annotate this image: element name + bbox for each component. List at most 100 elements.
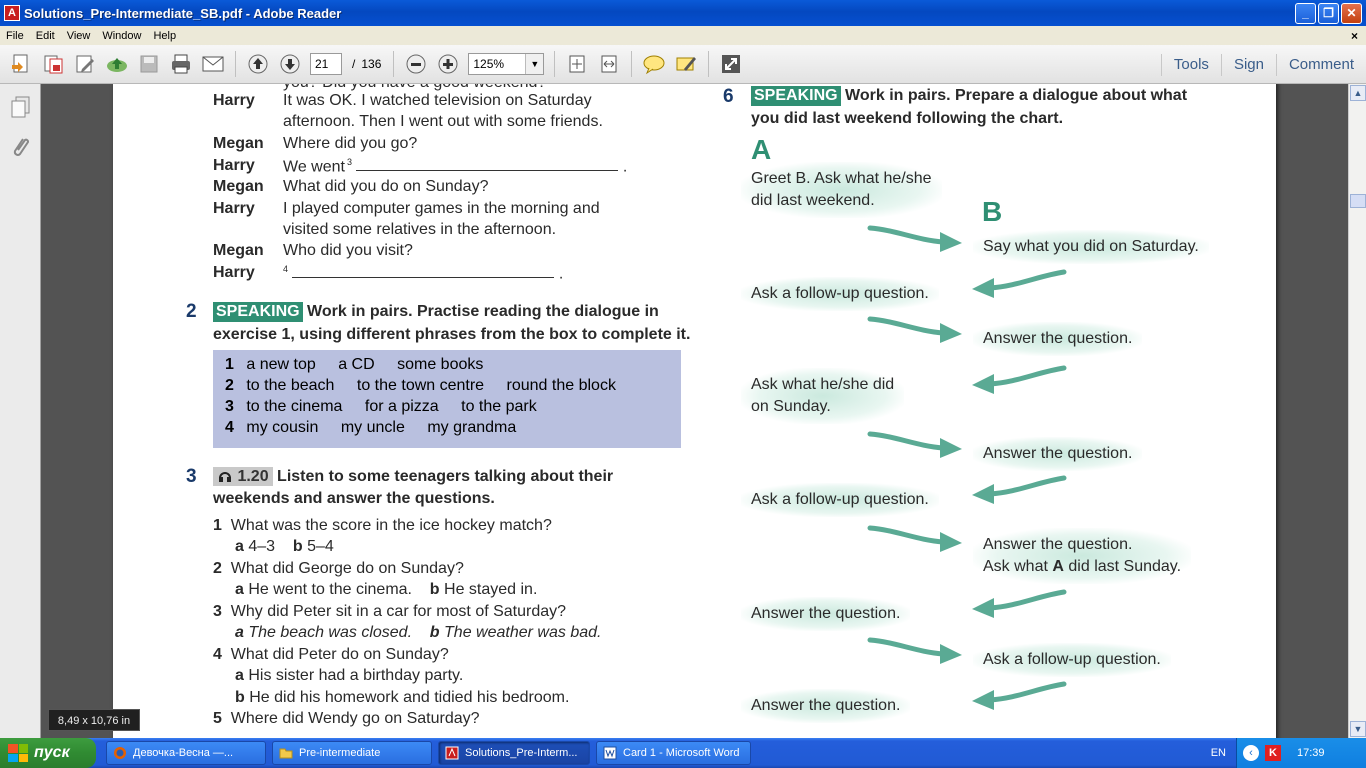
language-indicator[interactable]: EN (1211, 747, 1226, 759)
answer-options: a 4–3 b 5–4 (235, 538, 334, 555)
exercise-instruction: Listen to some teenagers talking about t… (277, 468, 614, 485)
close-document-icon[interactable]: × (1351, 29, 1358, 43)
fit-page-icon[interactable] (564, 51, 590, 77)
a-step-text: Ask what he/she did (751, 376, 895, 393)
print-icon[interactable] (168, 51, 194, 77)
sticky-note-icon[interactable] (641, 51, 667, 77)
b-step-bubble: Answer the question. Ask what A did last… (973, 528, 1192, 584)
menu-view[interactable]: View (61, 30, 97, 42)
close-button[interactable]: ✕ (1341, 3, 1362, 24)
scrollbar-thumb[interactable] (1350, 194, 1366, 208)
taskbar-item-firefox[interactable]: Девочка-Весна —... (106, 741, 266, 765)
scroll-up-icon[interactable]: ▲ (1350, 85, 1366, 101)
menu-window[interactable]: Window (96, 30, 147, 42)
answer-options: a He went to the cinema. b He stayed in. (235, 581, 538, 598)
option-b: The weather was bad. (444, 624, 602, 641)
question-number: 2 (213, 560, 222, 577)
speaker-megan: Megan (213, 178, 264, 195)
speaker-harry: Harry (213, 200, 255, 217)
system-tray: ‹ K 17:39 (1236, 738, 1366, 768)
chevron-down-icon[interactable]: ▼ (525, 54, 544, 74)
a-step-text: on Sunday. (751, 398, 831, 415)
start-label: пуск (34, 744, 70, 761)
menu-file[interactable]: File (0, 30, 30, 42)
arrow-left-icon (972, 365, 1067, 394)
page-separator: / (352, 57, 356, 71)
attachments-paperclip-icon[interactable] (7, 134, 33, 160)
exercise-number: 3 (186, 466, 197, 487)
minimize-button[interactable]: _ (1295, 3, 1316, 24)
comment-link[interactable]: Comment (1275, 53, 1366, 76)
phrase: some books (397, 356, 484, 373)
dialogue-line: Who did you visit? (283, 242, 413, 259)
firefox-icon (114, 747, 126, 759)
phrase-row: 1 a new top a CD some books (225, 356, 501, 374)
edit-pdf-icon[interactable] (72, 51, 98, 77)
phrase-row: 2 to the beach to the town centre round … (225, 377, 634, 395)
taskbar-item-word[interactable]: Card 1 - Microsoft Word (596, 741, 751, 765)
document-viewport[interactable]: you? Did you have a good weekend? Harry … (41, 84, 1348, 738)
taskbar-item-folder[interactable]: Pre-intermediate (272, 741, 432, 765)
taskbar-item-adobe-reader[interactable]: Solutions_Pre-Interm... (438, 741, 590, 765)
phrase: a new top (246, 356, 316, 373)
dialogue-line: Where did you go? (283, 135, 418, 152)
zoom-select[interactable]: 125% ▼ (468, 53, 545, 75)
full-screen-icon[interactable] (718, 51, 744, 77)
phrase: round the block (506, 377, 616, 394)
tools-link[interactable]: Tools (1160, 53, 1221, 76)
speaker-harry: Harry (213, 157, 255, 174)
scroll-down-icon[interactable]: ▼ (1350, 721, 1366, 737)
phrase: to the town centre (356, 377, 485, 394)
question-text: What was the score in the ice hockey mat… (230, 517, 552, 534)
save-icon[interactable] (136, 51, 162, 77)
speaking-tag: SPEAKING (213, 302, 303, 322)
zoom-in-icon[interactable] (435, 51, 461, 77)
speaker-megan: Megan (213, 135, 264, 152)
toolbar-separator (393, 51, 395, 77)
email-icon[interactable] (200, 51, 226, 77)
dialogue-line: We went 3 . (283, 157, 628, 176)
highlight-icon[interactable] (673, 51, 699, 77)
start-button[interactable]: пуск (0, 738, 96, 768)
upload-cloud-icon[interactable] (104, 51, 130, 77)
ask-suffix: did last Sunday. (1068, 558, 1182, 575)
b-step-text: Say what you did on Saturday. (983, 238, 1199, 255)
combine-pdf-icon[interactable] (40, 51, 66, 77)
answer-blank (292, 266, 555, 279)
page-thumbnails-icon[interactable] (7, 94, 33, 120)
exercise-instruction: you did last weekend following the chart… (751, 110, 1064, 127)
b-step-text: Ask what A did last Sunday. (983, 556, 1181, 578)
antivirus-icon[interactable]: K (1265, 745, 1281, 761)
tray-expand-icon[interactable]: ‹ (1243, 745, 1259, 761)
vertical-scrollbar[interactable]: ▲ ▼ (1348, 84, 1366, 738)
fit-width-icon[interactable] (596, 51, 622, 77)
exercise-2-heading: SPEAKING Work in pairs. Practise reading… (213, 302, 659, 322)
phrase: to the beach (246, 377, 335, 394)
sign-link[interactable]: Sign (1220, 53, 1276, 76)
previous-page-icon[interactable] (245, 51, 271, 77)
taskbar-item-label: Pre-intermediate (299, 747, 381, 759)
restore-button[interactable]: ❐ (1318, 3, 1339, 24)
b-step-text: Answer the question. (983, 445, 1133, 462)
b-step-bubble: Answer the question. (973, 437, 1143, 471)
a-step-bubble: Answer the question. (741, 597, 911, 631)
a-step-text: Answer the question. (751, 605, 901, 622)
menu-help[interactable]: Help (147, 30, 182, 42)
create-pdf-icon[interactable] (8, 51, 34, 77)
a-step-bubble: Ask a follow-up question. (741, 277, 939, 311)
zoom-out-icon[interactable] (403, 51, 429, 77)
navigation-panel (0, 84, 41, 738)
toolbar-right-panel: Tools Sign Comment (1160, 45, 1366, 84)
b-step-text: Ask a follow-up question. (983, 651, 1161, 668)
arrow-left-icon (972, 269, 1067, 298)
next-page-icon[interactable] (277, 51, 303, 77)
page-total: 136 (361, 57, 382, 71)
page-number-input[interactable]: 21 (310, 53, 342, 75)
a-step-bubble: Answer the question. (741, 689, 911, 723)
adobe-reader-icon (445, 746, 459, 760)
menu-edit[interactable]: Edit (30, 30, 61, 42)
arrow-right-icon (867, 525, 962, 552)
arrow-right-icon (867, 316, 962, 343)
column-b-letter: B (982, 196, 1003, 227)
a-step-text: Answer the question. (751, 697, 901, 714)
